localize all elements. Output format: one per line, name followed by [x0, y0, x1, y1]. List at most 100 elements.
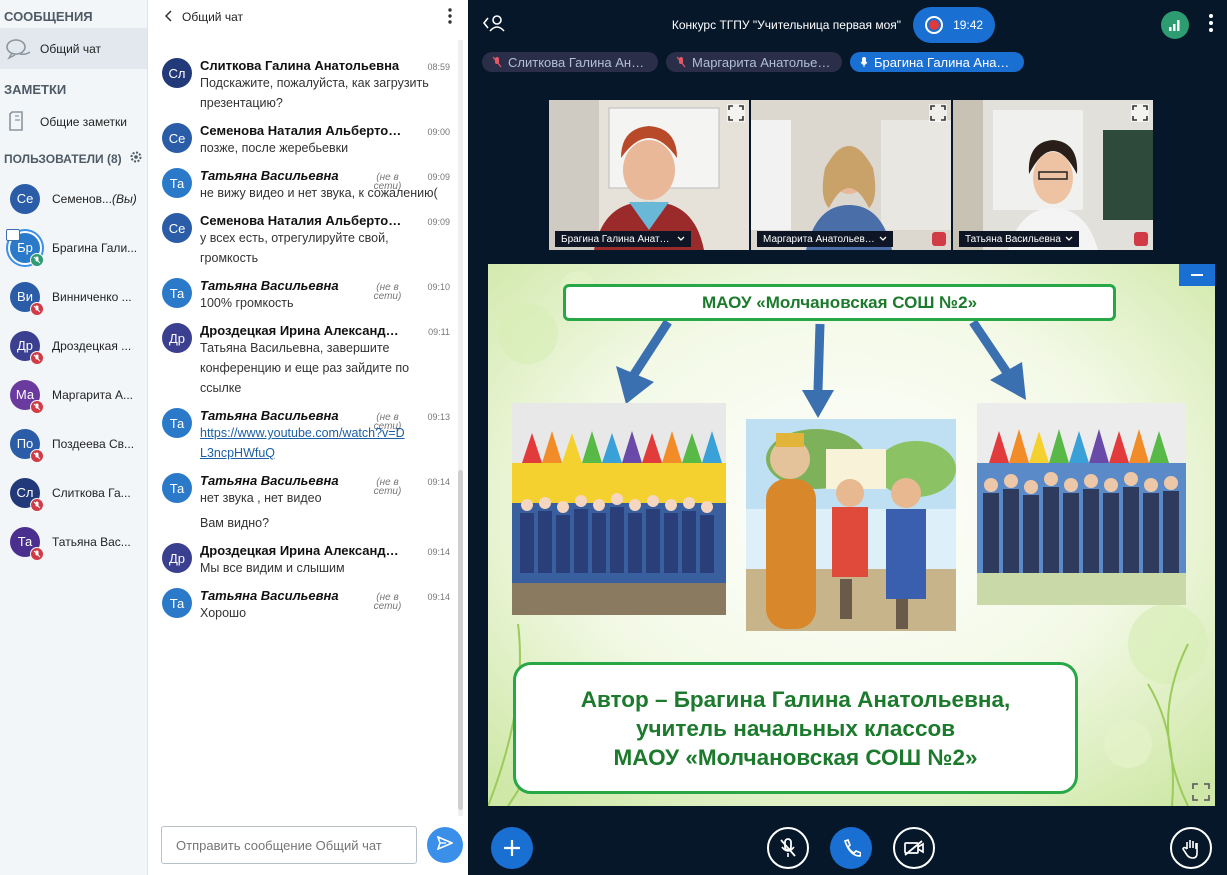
chat-message-text: не вижу видео и нет звука, к сожалению(	[200, 186, 438, 200]
chat-avatar-initials: Сл	[168, 65, 186, 81]
users-list: Се Семенов...(Вы) Бр Брагина Гали... Ви Винни…	[0, 174, 147, 566]
chat-avatar-initials: Др	[168, 330, 186, 346]
shared-notes-label: Общие заметки	[40, 114, 127, 129]
chat-avatar-initials: Та	[169, 415, 185, 431]
chat-message: Сл Слиткова Галина Анатольевна 08:59 Подска…	[148, 48, 458, 113]
chat-message-time: 09:10	[427, 282, 450, 292]
public-chat-nav-item[interactable]: Общий чат	[0, 28, 147, 69]
talking-indicator-item[interactable]: Брагина Галина Анатольевна	[850, 52, 1024, 72]
plus-icon	[504, 840, 520, 856]
chat-message-time: 09:14	[427, 592, 450, 602]
webcam-user-label[interactable]: Татьяна Васильевна	[959, 231, 1079, 247]
chat-message: Се Семенова Наталия Альбертовна 09:09 у все…	[148, 203, 458, 268]
chat-scrollbar[interactable]	[458, 40, 463, 816]
user-initials: Сл	[16, 485, 34, 500]
chat-message: Та Татьяна Васильевна (не в сети) 09:09 не в…	[148, 158, 458, 203]
talking-indicator-bar: Слиткова Галина Анатольевна Маргарита Ана…	[482, 52, 1024, 72]
user-avatar: Се	[10, 183, 40, 214]
user-name-text: Маргарита А...	[52, 387, 134, 402]
chat-avatar-initials: Та	[169, 285, 185, 301]
webcam-video-tile[interactable]: Татьяна Васильевна	[953, 100, 1153, 250]
raise-hand-button[interactable]	[1170, 827, 1212, 869]
user-initials: Бр	[17, 240, 33, 255]
microphone-on-icon	[860, 57, 868, 67]
user-list-item[interactable]: Сл Слиткова Га...	[0, 468, 147, 517]
talking-indicator-item[interactable]: Слиткова Галина Анатольевна	[482, 52, 658, 72]
user-name: Татьяна Вас...	[52, 535, 144, 549]
minus-icon	[1191, 274, 1203, 276]
chat-back-button[interactable]: Общий чат	[164, 9, 243, 25]
fullscreen-icon	[728, 105, 744, 121]
slide-photo-teachers	[977, 403, 1186, 605]
user-list-item[interactable]: Др Дроздецкая ...	[0, 321, 147, 370]
public-chat-label: Общий чат	[40, 41, 101, 56]
user-initials: Др	[16, 338, 34, 353]
chat-panel: Общий чат Сл Слиткова Галина Анатольевна 0…	[148, 0, 468, 875]
chat-message-time: 08:59	[427, 62, 450, 72]
chat-message-link[interactable]: https://www.youtube.com/watch?v=DL3ncpHW…	[200, 423, 405, 463]
fullscreen-video-button[interactable]	[1131, 104, 1149, 122]
chat-avatar: Се	[162, 213, 192, 243]
fullscreen-presentation-button[interactable]	[1191, 782, 1211, 802]
unmute-microphone-button[interactable]	[767, 827, 809, 869]
actions-plus-button[interactable]	[491, 827, 533, 869]
chat-title: Общий чат	[182, 10, 243, 24]
offline-label: (не в сети)	[373, 282, 402, 302]
user-name: Дроздецкая ...	[52, 339, 144, 353]
connection-status-button[interactable]	[1160, 11, 1189, 39]
user-list-item[interactable]: Та Татьяна Вас...	[0, 517, 147, 566]
webcam-video-tile[interactable]: Маргарита Анатольевна	[751, 100, 951, 250]
microphone-muted-icon	[30, 301, 44, 316]
options-kebab-icon[interactable]	[1208, 13, 1213, 37]
chat-sender-name: Татьяна Васильевна	[200, 473, 339, 488]
main-presentation-area: Конкурс ТГПУ "Учительница первая моя" 19…	[468, 0, 1227, 875]
webcam-video-tile[interactable]: Брагина Галина Анатольевна	[549, 100, 749, 250]
chat-avatar: Та	[162, 278, 192, 308]
chat-message-text: Вам видно?	[200, 516, 270, 530]
leave-audio-button[interactable]	[830, 827, 872, 869]
shared-notes-nav-item[interactable]: Общие заметки	[0, 101, 147, 142]
user-list-item[interactable]: Бр Брагина Гали...	[0, 223, 147, 272]
chat-message-input[interactable]	[161, 826, 417, 864]
chat-scrollbar-thumb[interactable]	[458, 470, 463, 810]
record-dot-icon	[925, 16, 944, 34]
minimize-presentation-button[interactable]	[1179, 264, 1215, 286]
user-list-item[interactable]: Ви Винниченко ...	[0, 272, 147, 321]
slide-headline: МАОУ «Молчановская СОШ №2»	[563, 284, 1116, 321]
recording-indicator[interactable]: 19:42	[913, 7, 996, 43]
user-avatar: По	[10, 428, 44, 463]
user-name: Винниченко ...	[52, 290, 144, 304]
microphone-muted-icon	[30, 350, 44, 365]
recording-time: 19:42	[953, 18, 984, 32]
chat-message-text: Татьяна Васильевна, завершите конференци…	[200, 341, 410, 395]
user-list-item[interactable]: По Поздеева Св...	[0, 419, 147, 468]
webcam-user-label[interactable]: Брагина Галина Анатольевна	[555, 231, 691, 247]
fullscreen-video-button[interactable]	[727, 104, 745, 122]
microphone-muted-icon	[780, 838, 796, 857]
chat-message: Др Дроздецкая Ирина Александровна 09:14 Мы …	[148, 533, 458, 578]
chat-message-list[interactable]: Сл Слиткова Галина Анатольевна 08:59 Подска…	[148, 48, 458, 818]
share-webcam-button[interactable]	[893, 827, 935, 869]
fullscreen-video-button[interactable]	[929, 104, 947, 122]
chat-avatar-initials: Та	[169, 595, 185, 611]
chat-avatar: Та	[162, 168, 192, 198]
author-line-1: Автор – Брагина Галина Анатольевна,	[580, 686, 1011, 712]
presentation-slide: МАОУ «Молчановская СОШ №2» Автор – Браги…	[488, 264, 1215, 806]
slide-author-box: Автор – Брагина Галина Анатольевна, учит…	[513, 662, 1078, 794]
chat-sender-name: Семенова Наталия Альбертовна	[200, 213, 405, 228]
chat-options-kebab-icon[interactable]	[448, 7, 452, 27]
you-label: (Вы)	[111, 191, 137, 206]
microphone-muted-icon	[1134, 232, 1148, 246]
settings-gear-icon[interactable]	[129, 150, 143, 169]
user-name-text: Дроздецкая ...	[52, 338, 132, 353]
microphone-muted-icon	[932, 232, 946, 246]
webcam-user-label[interactable]: Маргарита Анатольевна	[757, 231, 893, 247]
talking-indicator-item[interactable]: Маргарита Анатольевна	[666, 52, 842, 72]
chat-message-time: 09:14	[427, 547, 450, 557]
toggle-userlist-button[interactable]	[482, 13, 506, 38]
user-list-item[interactable]: Ма Маргарита А...	[0, 370, 147, 419]
user-list-item[interactable]: Се Семенов...(Вы)	[0, 174, 147, 223]
chat-message-time: 09:00	[427, 127, 450, 137]
chat-avatar-initials: Се	[168, 130, 186, 146]
send-message-button[interactable]	[427, 827, 463, 863]
